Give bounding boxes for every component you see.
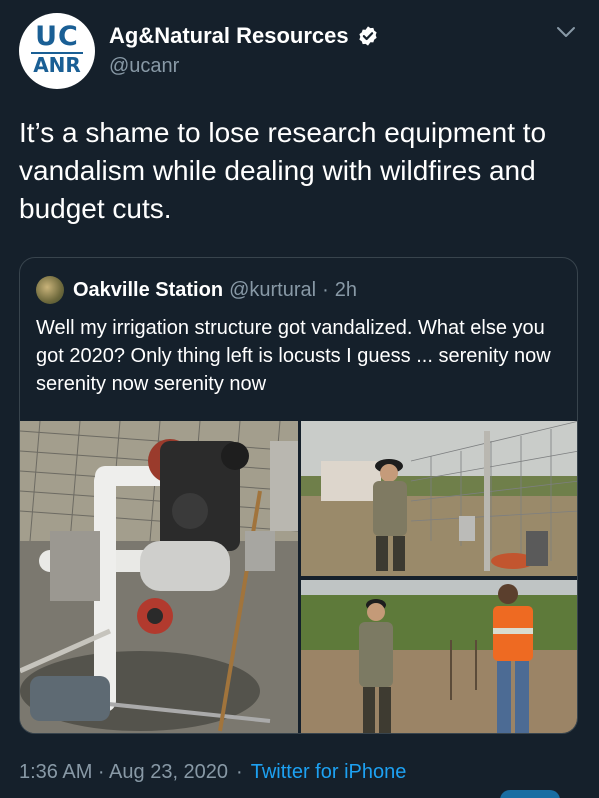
quoted-handle: @kurtural bbox=[229, 278, 317, 301]
verified-badge-icon bbox=[359, 26, 377, 46]
quoted-tweet-header: Oakville Station @kurtural · 2h bbox=[36, 276, 357, 304]
quoted-tweet[interactable]: Oakville Station @kurtural · 2h Well my … bbox=[19, 257, 578, 734]
home-indicator-glow bbox=[500, 790, 560, 798]
officer-at-fence-photo[interactable] bbox=[301, 421, 577, 576]
irrigation-equipment-photo[interactable] bbox=[20, 421, 298, 733]
quoted-avatar bbox=[36, 276, 64, 304]
tweet-header: UC ANR Ag&Natural Resources @ucanr bbox=[19, 13, 584, 89]
quoted-time: 2h bbox=[334, 278, 357, 301]
quoted-separator: · bbox=[322, 278, 329, 301]
officer-and-worker-vineyard-photo[interactable] bbox=[301, 580, 577, 733]
name-row: Ag&Natural Resources bbox=[109, 23, 379, 49]
quoted-display-name: Oakville Station bbox=[73, 278, 224, 301]
meta-separator: · bbox=[236, 761, 243, 783]
timestamp[interactable]: 1:36 AM · Aug 23, 2020 bbox=[19, 761, 228, 784]
tweet-meta: 1:36 AM · Aug 23, 2020 · Twitter for iPh… bbox=[19, 761, 406, 784]
quoted-tweet-text: Well my irrigation structure got vandali… bbox=[36, 317, 551, 395]
source-link[interactable]: Twitter for iPhone bbox=[251, 761, 407, 784]
handle[interactable]: @ucanr bbox=[109, 55, 179, 78]
avatar-logo-top: UC bbox=[35, 21, 79, 52]
display-name[interactable]: Ag&Natural Resources bbox=[109, 23, 349, 49]
tweet-text: It’s a shame to lose research equipment … bbox=[19, 117, 547, 224]
avatar-logo-bottom: ANR bbox=[33, 53, 81, 77]
chevron-down-icon[interactable] bbox=[556, 25, 576, 39]
media-grid bbox=[20, 421, 577, 733]
avatar[interactable]: UC ANR bbox=[19, 13, 95, 89]
